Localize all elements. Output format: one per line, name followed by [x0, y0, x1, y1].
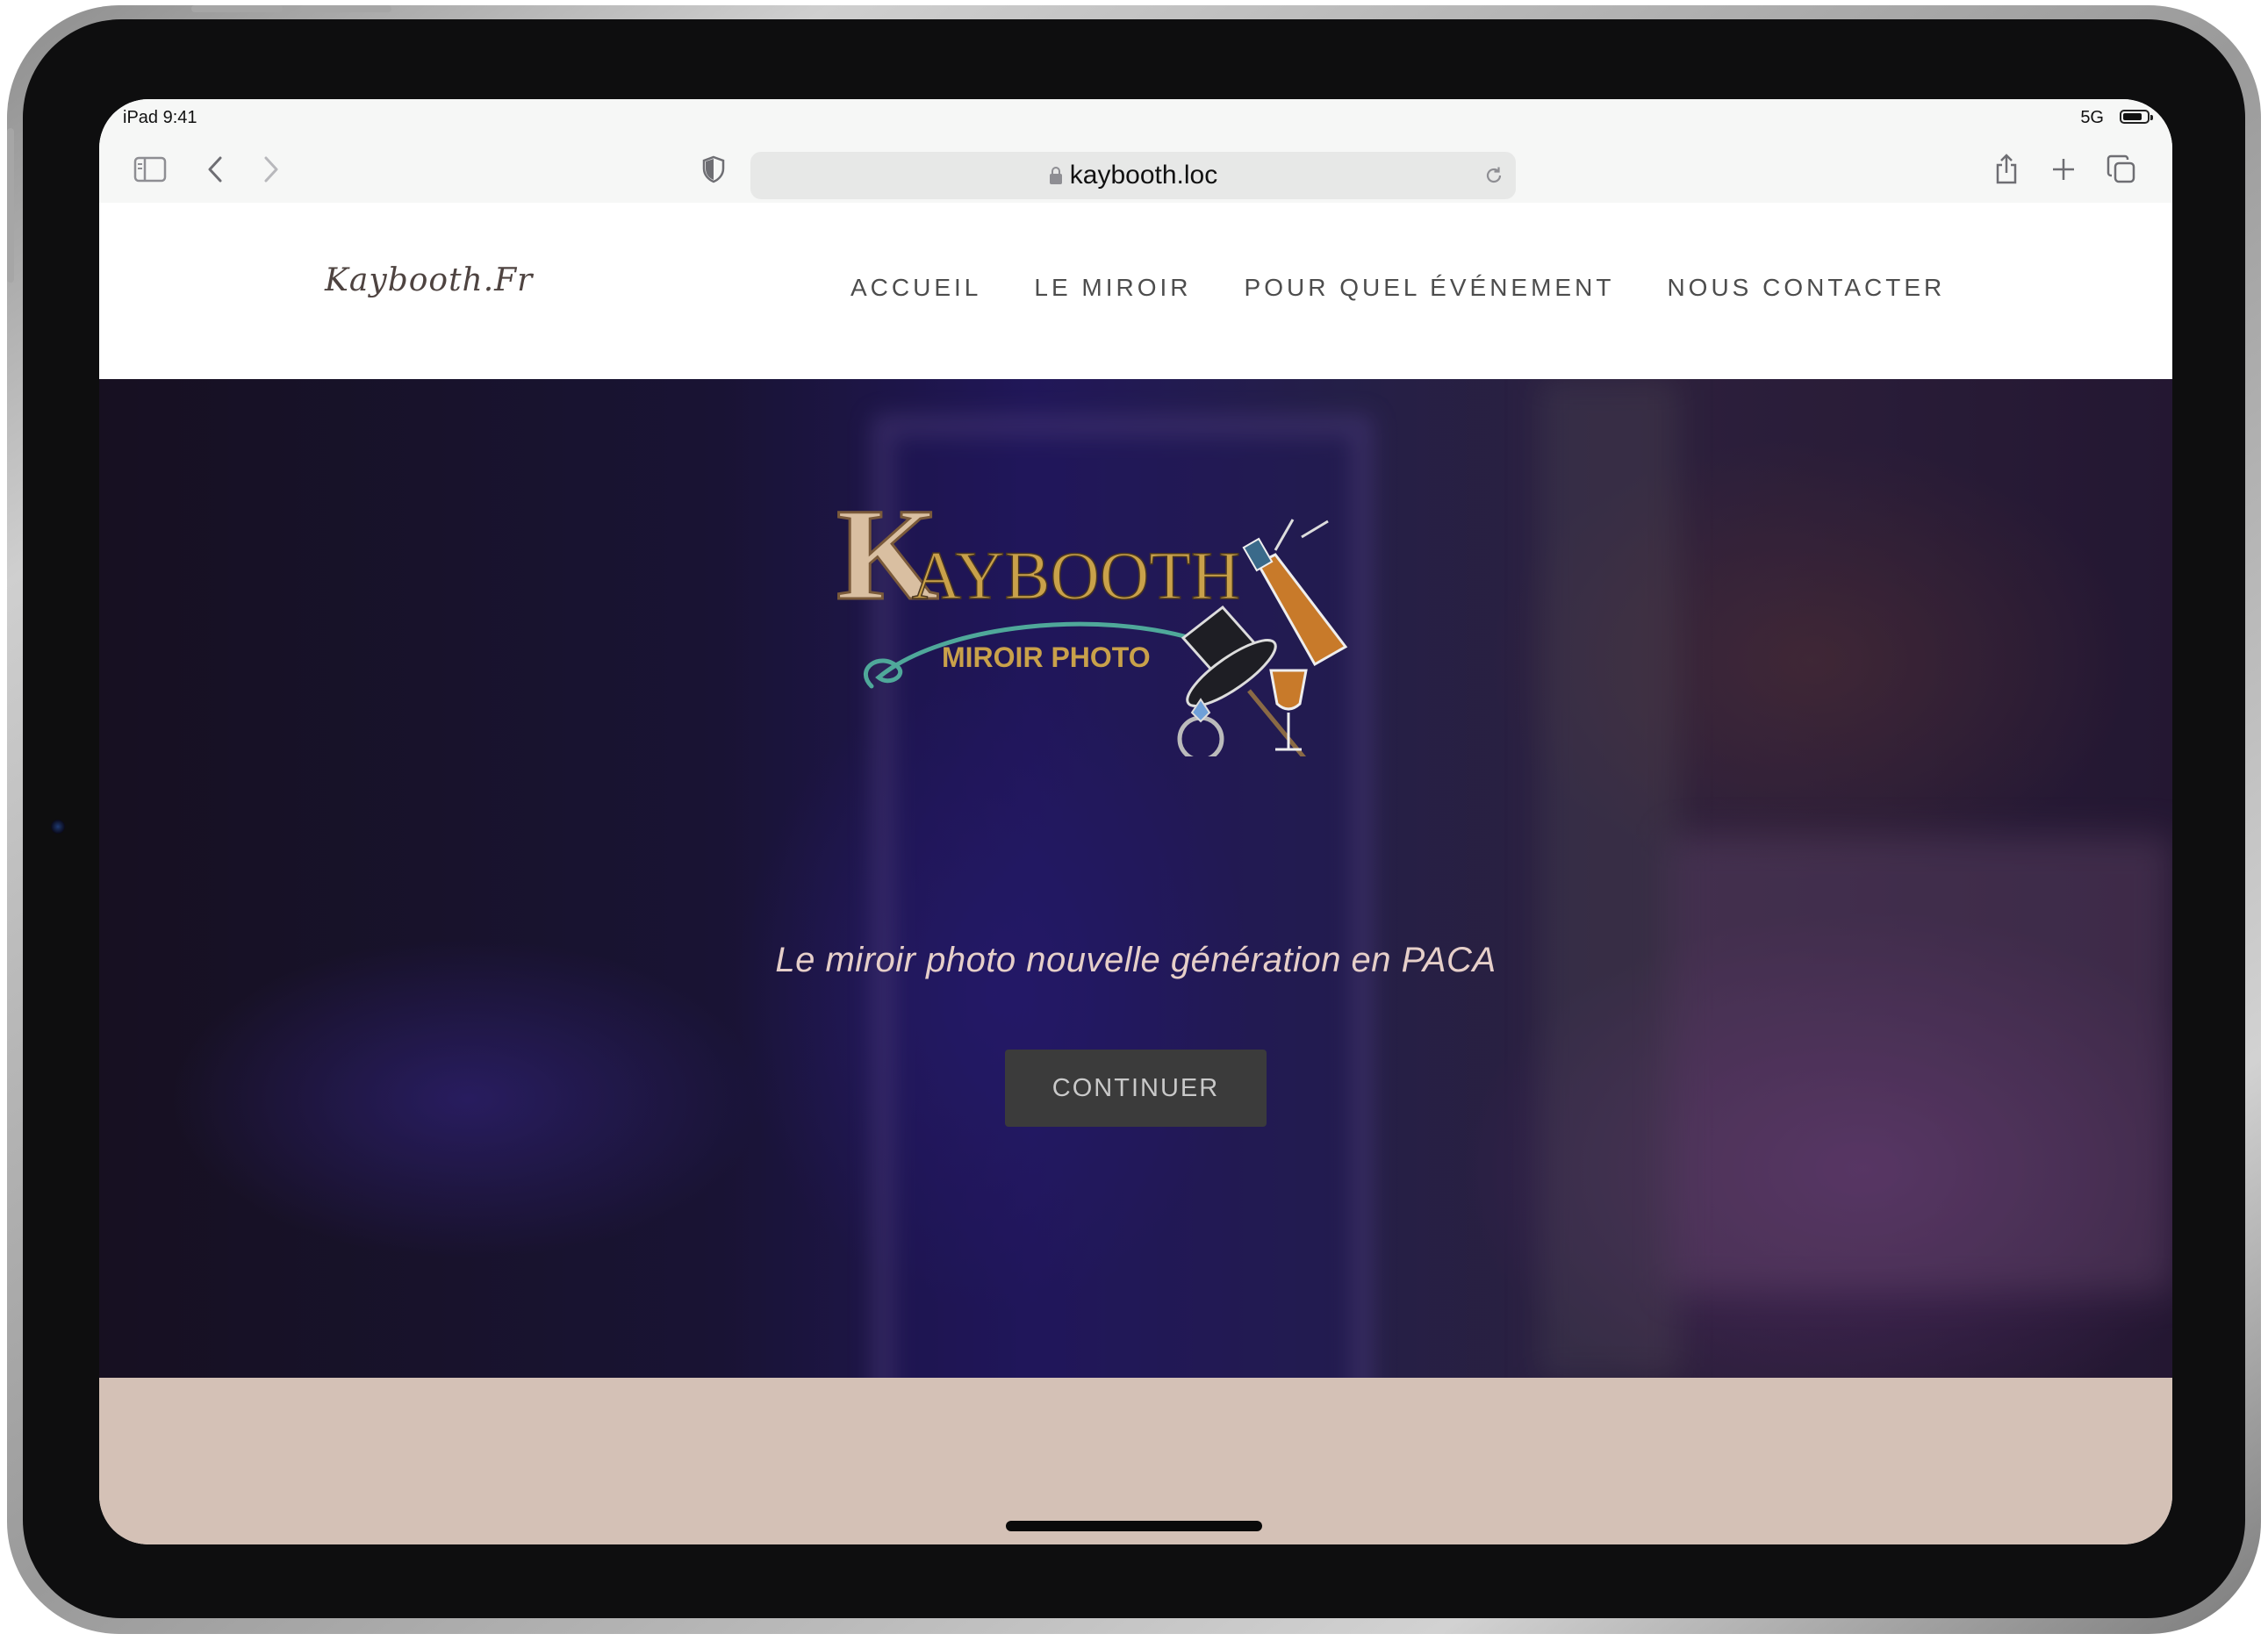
main-nav: ACCUEIL LE MIROIR POUR QUEL ÉVÉNEMENT NO…: [850, 274, 1945, 302]
home-indicator[interactable]: [1006, 1521, 1262, 1531]
status-bar: iPad 9:41 5G: [99, 99, 2172, 140]
address-bar[interactable]: kaybooth.loc: [750, 152, 1516, 199]
hero-tagline: Le miroir photo nouvelle génération en P…: [775, 941, 1496, 979]
volume-down-button: [300, 5, 391, 12]
next-section: [99, 1378, 2172, 1544]
front-camera: [51, 820, 65, 834]
network-indicator: 5G: [2080, 108, 2104, 127]
ring-icon: [1177, 698, 1224, 756]
tabs-overview-icon[interactable]: [2100, 148, 2142, 190]
chevron-left-icon[interactable]: [194, 148, 236, 190]
reload-icon[interactable]: [1481, 162, 1507, 189]
sidebar-icon[interactable]: [129, 148, 171, 190]
wine-glass-icon: [1269, 669, 1308, 751]
shield-icon[interactable]: [693, 148, 735, 190]
ipad-screen: iPad 9:41 5G kaybooth.loc Kaybooth.Fr AC…: [99, 99, 2172, 1544]
battery-icon: [2120, 110, 2153, 124]
volume-up-button: [191, 5, 283, 12]
plus-icon[interactable]: [2042, 148, 2085, 190]
share-icon[interactable]: [1985, 148, 2028, 190]
hero-section: K AYBOOTH MIROIR PHOTO Le miroir photo n…: [99, 379, 2172, 1378]
battery-level: [2123, 113, 2142, 120]
logo-subtitle: MIROIR PHOTO: [942, 641, 1151, 673]
continue-button[interactable]: CONTINUER: [1005, 1050, 1267, 1127]
kaybooth-logo: K AYBOOTH MIROIR PHOTO: [836, 481, 1348, 756]
nav-accueil[interactable]: ACCUEIL: [850, 274, 981, 302]
power-button: [7, 128, 14, 283]
chevron-right-icon[interactable]: [250, 148, 292, 190]
nav-nous-contacter[interactable]: NOUS CONTACTER: [1667, 274, 1945, 302]
nav-le-miroir[interactable]: LE MIROIR: [1034, 274, 1191, 302]
site-brand[interactable]: Kaybooth.Fr: [325, 262, 533, 298]
nav-pour-quel-evenement[interactable]: POUR QUEL ÉVÉNEMENT: [1245, 274, 1615, 302]
site-header: Kaybooth.Fr ACCUEIL LE MIROIR POUR QUEL …: [99, 203, 2172, 379]
url-text: kaybooth.loc: [1069, 161, 1218, 190]
status-time: iPad 9:41: [123, 108, 197, 127]
svg-text:AYBOOTH: AYBOOTH: [912, 537, 1240, 613]
safari-toolbar: kaybooth.loc: [99, 140, 2172, 204]
lock-icon: [1049, 167, 1062, 184]
